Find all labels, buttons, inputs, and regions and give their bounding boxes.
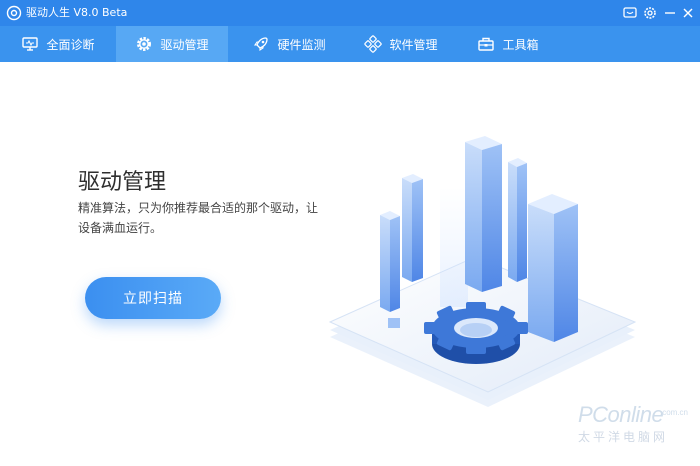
gear-icon <box>137 36 152 52</box>
title-bar: 驱动人生 V8.0 Beta <box>0 0 700 26</box>
close-icon[interactable] <box>680 5 696 21</box>
tab-label: 工具箱 <box>502 37 539 52</box>
watermark-domain: .com.cn <box>660 408 689 417</box>
page-title: 驱动管理 <box>78 170 167 195</box>
scan-now-button[interactable]: 立即扫描 <box>85 277 221 319</box>
main-content: 驱动管理 精准算法，只为你推荐最合适的那个驱动，让设备满血运行。 立即扫描 PC… <box>0 62 700 466</box>
monitor-icon <box>22 37 39 51</box>
feedback-icon[interactable] <box>622 5 638 21</box>
watermark: PConline .com.cn 太平洋电脑网 <box>560 402 690 458</box>
tab-toolbox[interactable]: 工具箱 <box>470 26 546 62</box>
settings-gear-icon[interactable] <box>642 5 658 21</box>
minimize-icon[interactable] <box>662 5 678 21</box>
rocket-icon <box>254 37 269 52</box>
tab-label: 驱动管理 <box>160 37 209 52</box>
driver-illustration <box>328 136 637 407</box>
watermark-sub: 太平洋电脑网 <box>578 430 669 444</box>
watermark-brand: PConline <box>578 402 664 427</box>
page-description: 精准算法，只为你推荐最合适的那个驱动，让设备满血运行。 <box>78 201 319 235</box>
tab-software-management[interactable]: 软件管理 <box>356 26 446 62</box>
tab-label: 硬件监测 <box>277 37 326 52</box>
app-logo-icon <box>6 5 22 21</box>
app-title: 驱动人生 V8.0 Beta <box>26 6 128 19</box>
nav-bar: 全面诊断 驱动管理 硬件监测 软件管理 工具箱 <box>0 26 700 62</box>
tab-driver-management[interactable]: 驱动管理 <box>116 26 228 62</box>
toolbox-icon <box>478 37 495 51</box>
tab-label: 软件管理 <box>389 37 438 52</box>
tab-hardware-monitor[interactable]: 硬件监测 <box>244 26 334 62</box>
apps-icon <box>364 35 383 53</box>
tab-label: 全面诊断 <box>46 37 95 52</box>
tab-full-diagnosis[interactable]: 全面诊断 <box>8 26 108 62</box>
